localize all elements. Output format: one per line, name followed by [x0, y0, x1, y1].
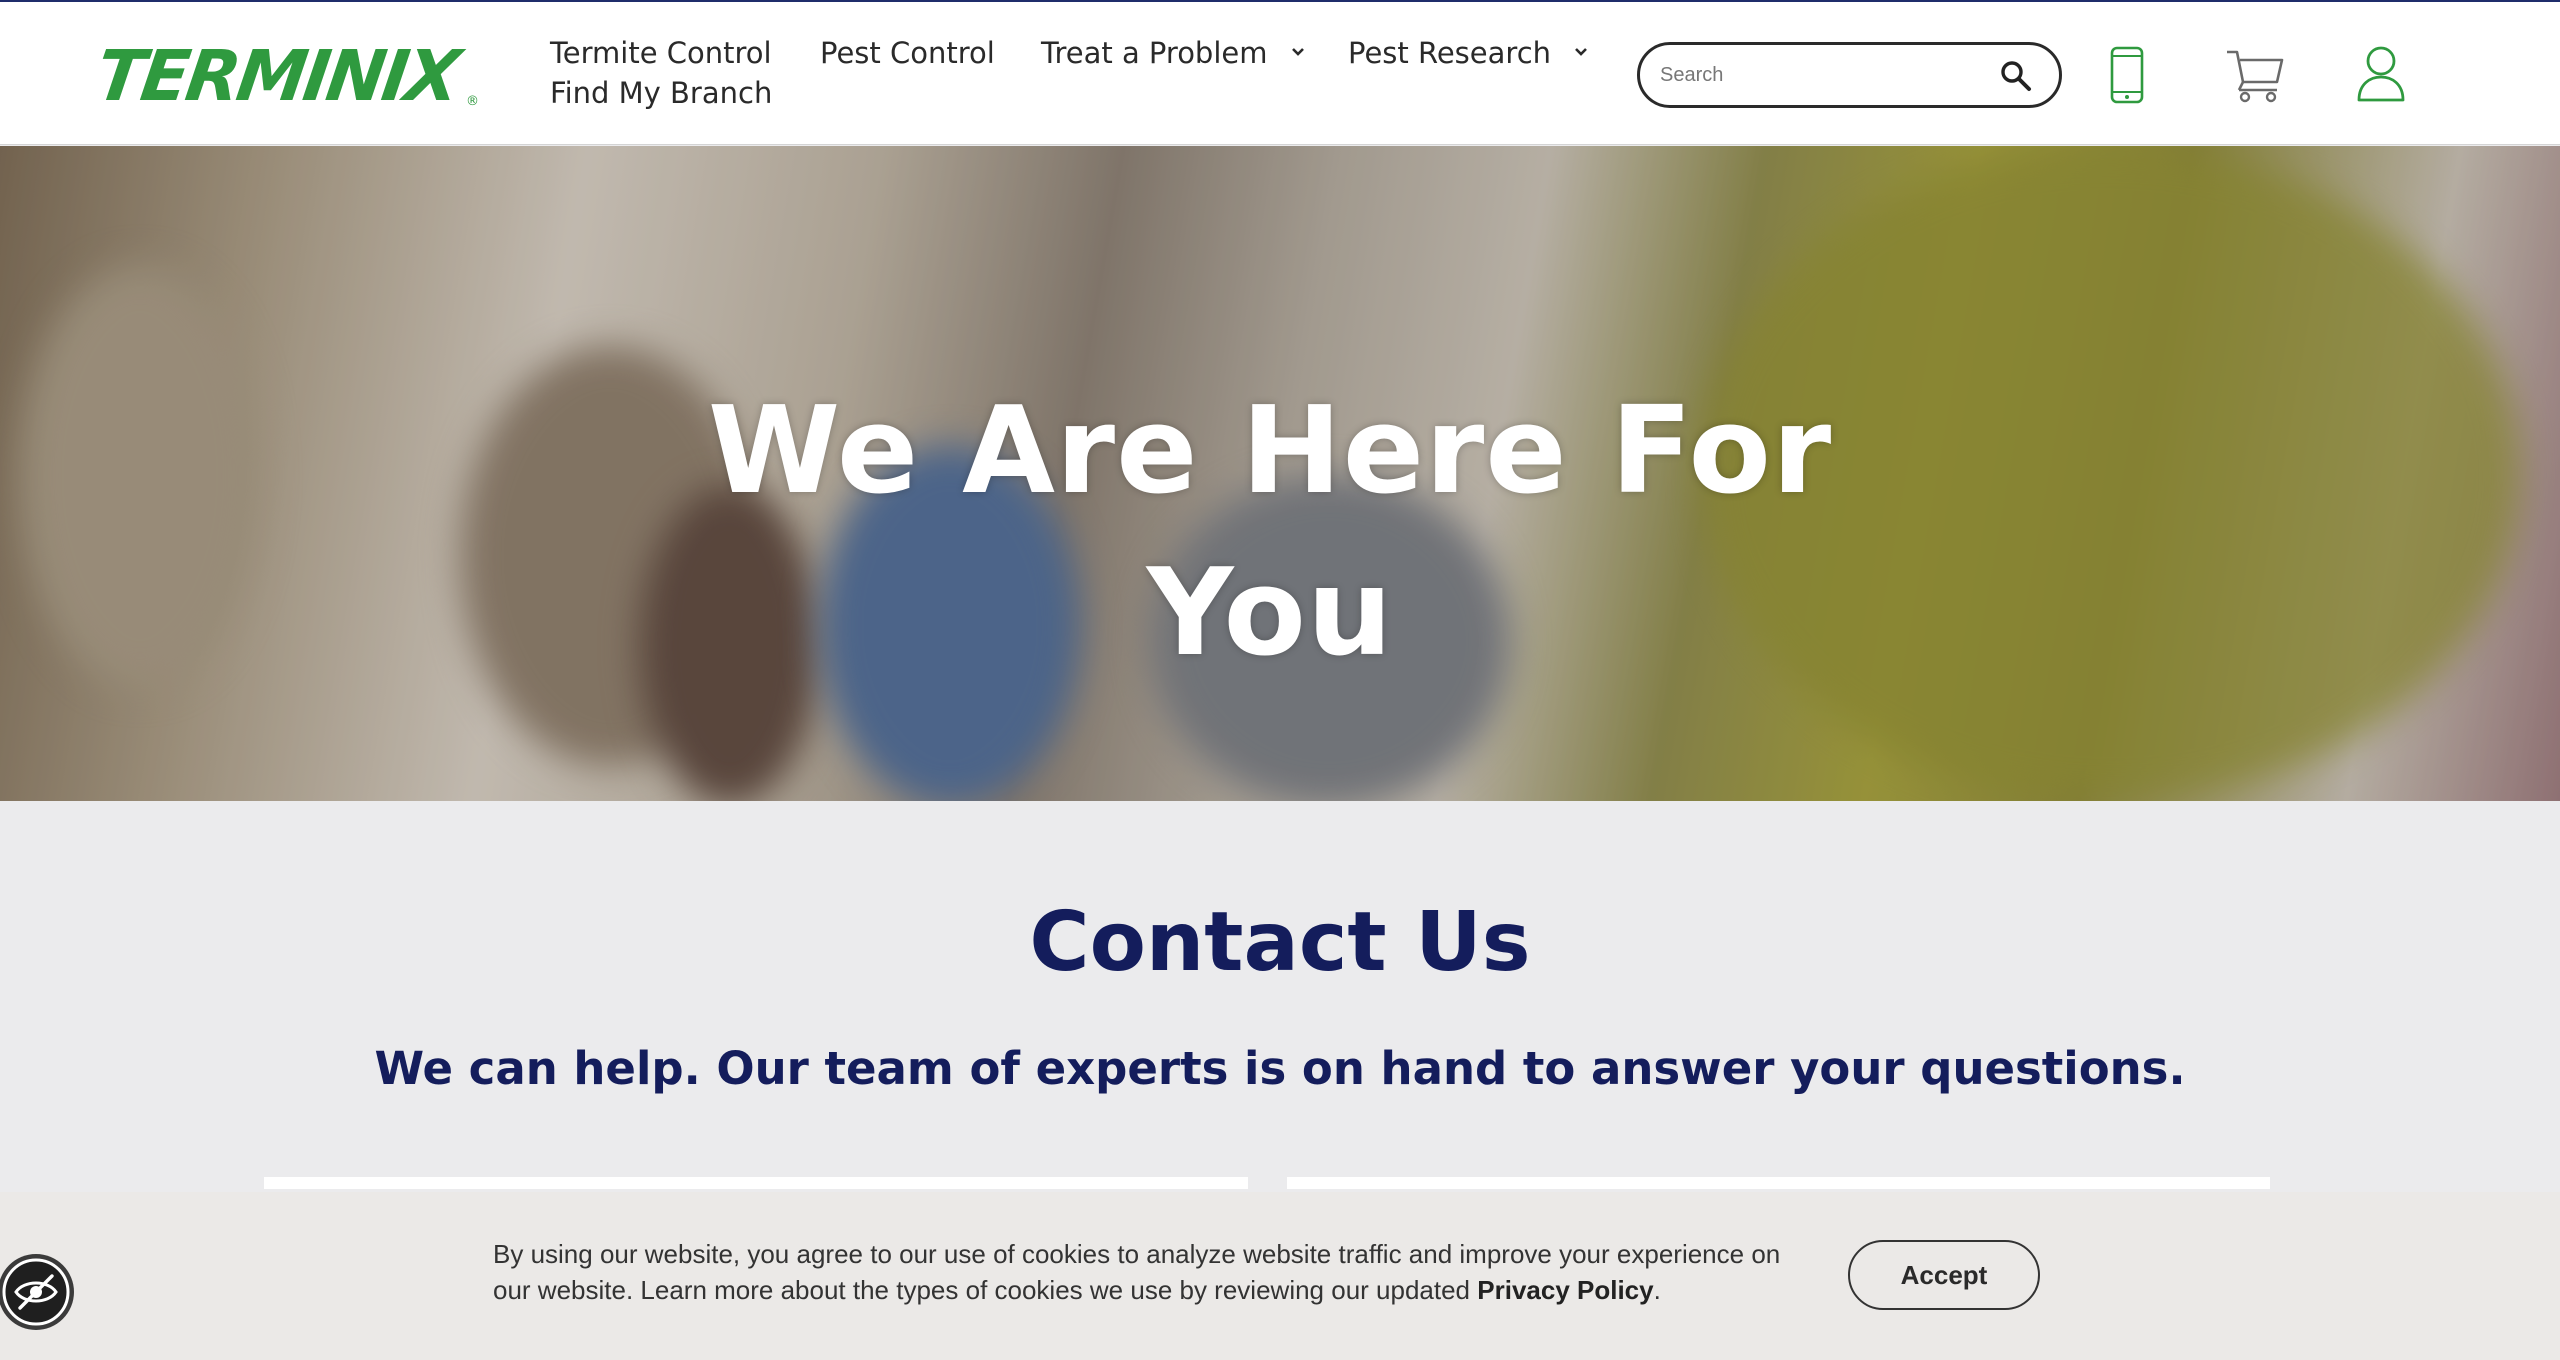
- nav-treat-a-problem-label: Treat a Problem: [1041, 36, 1268, 70]
- cart-icon[interactable]: [2225, 46, 2285, 104]
- nav-pest-research[interactable]: Pest Research: [1348, 36, 1588, 70]
- phone-icon[interactable]: [2110, 46, 2144, 104]
- nav-treat-a-problem[interactable]: Treat a Problem: [1041, 36, 1305, 70]
- privacy-eye-slash-icon[interactable]: [0, 1252, 76, 1332]
- hero-title: We Are Here For You: [707, 382, 1833, 683]
- contact-card-right: [1287, 1177, 2270, 1189]
- chevron-down-icon: [1291, 48, 1304, 56]
- site-header: TERMINIX ® Termite Control Find My Branc…: [0, 0, 2560, 145]
- accept-cookies-button[interactable]: Accept: [1848, 1240, 2040, 1310]
- privacy-policy-link[interactable]: Privacy Policy: [1477, 1275, 1653, 1305]
- cookie-banner: By using our website, you agree to our u…: [0, 1192, 2560, 1360]
- search-input[interactable]: [1660, 57, 1990, 93]
- nav-find-my-branch[interactable]: Find My Branch: [550, 76, 772, 110]
- contact-subtitle: We can help. Our team of experts is on h…: [374, 1042, 2186, 1095]
- nav-pest-control[interactable]: Pest Control: [820, 36, 995, 70]
- hero-banner: We Are Here For You: [0, 146, 2560, 801]
- cookie-period: .: [1653, 1275, 1661, 1305]
- search-icon[interactable]: [1999, 59, 2033, 93]
- contact-title: Contact Us: [1029, 895, 1531, 990]
- nav-pest-research-label: Pest Research: [1348, 36, 1552, 70]
- contact-card-left: [264, 1177, 1248, 1189]
- cookie-message: By using our website, you agree to our u…: [493, 1236, 1813, 1308]
- chevron-down-icon: [1575, 48, 1588, 56]
- user-icon[interactable]: [2356, 44, 2406, 102]
- page: TERMINIX ® Termite Control Find My Branc…: [0, 0, 2560, 1360]
- nav-termite-control[interactable]: Termite Control: [550, 36, 772, 70]
- logo-wordmark: TERMINIX: [91, 35, 463, 117]
- logo-registered-mark: ®: [466, 94, 479, 109]
- search-box: [1637, 42, 2062, 108]
- terminix-logo[interactable]: TERMINIX ®: [91, 35, 479, 117]
